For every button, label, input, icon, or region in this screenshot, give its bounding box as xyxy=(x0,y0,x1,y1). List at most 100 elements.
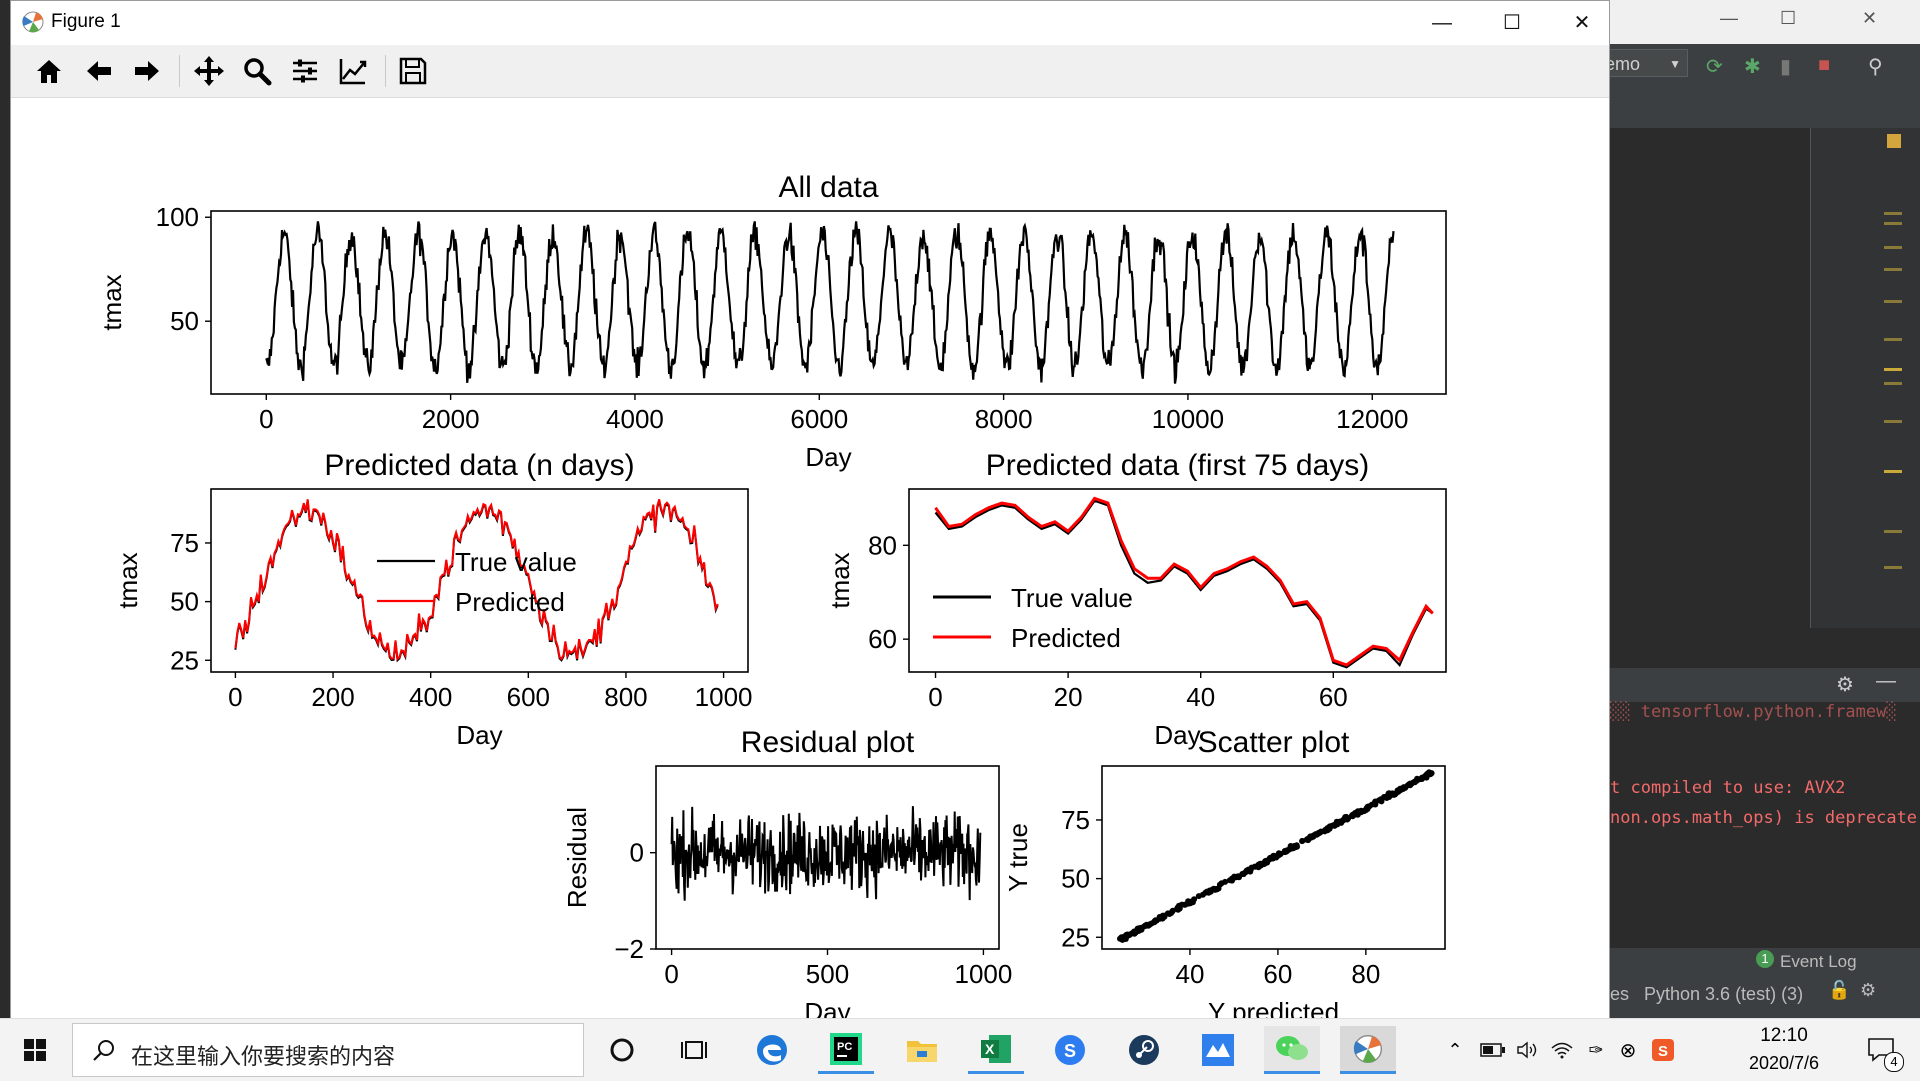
x-tick-label: 2000 xyxy=(422,404,480,434)
inspector-icon[interactable]: ⚙ xyxy=(1860,980,1876,1001)
configure-subplots-button[interactable] xyxy=(285,53,325,89)
taskbar-edge[interactable] xyxy=(744,1026,800,1074)
y-axis-label: Y true xyxy=(1003,823,1033,892)
steam-icon xyxy=(1129,1035,1159,1065)
ide-search-icon[interactable]: ⚲ xyxy=(1868,54,1883,79)
ide-maximize-icon[interactable]: ☐ xyxy=(1780,8,1796,29)
excel-icon: X xyxy=(981,1034,1011,1063)
taskbar-search[interactable]: 在这里输入你要搜索的内容 xyxy=(72,1023,584,1077)
legend-label: True value xyxy=(455,547,577,577)
forward-button[interactable] xyxy=(127,53,167,89)
tray-network[interactable] xyxy=(1546,1026,1578,1074)
stop-icon[interactable]: ■ xyxy=(1818,54,1830,77)
ide-editor[interactable] xyxy=(1610,128,1810,628)
scatter-point xyxy=(1423,771,1430,778)
sogou-ime-icon: S xyxy=(1652,1039,1674,1061)
tray-battery[interactable] xyxy=(1476,1026,1510,1074)
matplotlib-app-icon xyxy=(22,11,44,33)
taskbar-excel[interactable]: X xyxy=(968,1026,1024,1074)
task-view-button[interactable] xyxy=(666,1026,722,1074)
edit-axis-button[interactable] xyxy=(333,53,373,89)
back-button[interactable] xyxy=(79,53,119,89)
home-button[interactable] xyxy=(29,53,69,89)
save-icon xyxy=(399,57,427,85)
zoom-button[interactable] xyxy=(237,53,277,89)
close-button[interactable]: ✕ xyxy=(1547,1,1617,45)
plot-area xyxy=(234,499,719,663)
stripe-mark xyxy=(1884,530,1902,533)
x-axis-label: Y predicted xyxy=(1208,997,1339,1018)
taskbar-wechat[interactable] xyxy=(1264,1026,1320,1074)
x-tick-label: 60 xyxy=(1263,959,1292,989)
scatter-point xyxy=(1169,907,1176,914)
action-center-button[interactable]: 4 xyxy=(1856,1026,1908,1074)
scatter-point xyxy=(1321,828,1328,835)
tray-pen[interactable]: ✑ xyxy=(1580,1026,1612,1074)
maximize-button[interactable]: ☐ xyxy=(1477,1,1547,45)
cortana-button[interactable] xyxy=(594,1026,650,1074)
series-line-predicted xyxy=(234,499,719,662)
x-axis-label: Day xyxy=(1154,720,1200,750)
taskbar-baidu-netdisk[interactable] xyxy=(1190,1026,1246,1074)
window-title: Figure 1 xyxy=(51,11,121,32)
y-tick-label: 25 xyxy=(170,645,199,675)
stripe-mark xyxy=(1884,268,1902,271)
tray-app[interactable]: ⊗ xyxy=(1612,1026,1644,1074)
tray-volume[interactable] xyxy=(1512,1026,1544,1074)
figure-plots[interactable]: 0 2000 4000 6000 8000 10000 1200050100All data… xyxy=(11,98,1609,1027)
scatter-point xyxy=(1402,784,1409,791)
y-axis-label: Residual xyxy=(562,807,592,908)
subplot-title: Residual plot xyxy=(741,726,915,759)
zoom-icon xyxy=(244,58,272,86)
matplotlib-figure-icon xyxy=(1353,1034,1382,1063)
run-configuration-select[interactable]: emo ▼ xyxy=(1598,49,1688,77)
pan-button[interactable] xyxy=(189,53,229,89)
taskbar-sogou[interactable]: S xyxy=(1042,1026,1098,1074)
hide-panel-icon[interactable]: — xyxy=(1876,670,1896,693)
x-tick-label: 800 xyxy=(604,682,647,712)
tray-overflow-button[interactable]: ⌃ xyxy=(1440,1026,1470,1074)
scatter-point xyxy=(1299,837,1306,844)
x-tick-label: 80 xyxy=(1351,959,1380,989)
save-button[interactable] xyxy=(393,53,433,89)
clock-date[interactable]: 2020/7/6 xyxy=(1726,1053,1842,1074)
scatter-point xyxy=(1146,921,1153,928)
figure-title-bar[interactable]: Figure 1 — ☐ ✕ xyxy=(11,1,1609,45)
interpreter-label[interactable]: Python 3.6 (test) (3) xyxy=(1644,984,1803,1005)
x-tick-label: 0 xyxy=(664,959,678,989)
lock-icon[interactable]: 🔓 xyxy=(1828,980,1850,1001)
stripe-mark xyxy=(1884,246,1902,249)
taskbar-pycharm[interactable]: PC xyxy=(818,1026,874,1074)
x-axis-label: Day xyxy=(804,997,850,1018)
battery-icon xyxy=(1480,1043,1505,1057)
rerun-icon[interactable]: ⟳ xyxy=(1706,54,1723,79)
ide-close-icon[interactable]: ✕ xyxy=(1862,8,1877,29)
configure-subplots-icon xyxy=(293,59,317,83)
scatter-point xyxy=(1281,849,1288,855)
svg-text:PC: PC xyxy=(837,1041,852,1053)
clock-time[interactable]: 12:10 xyxy=(1734,1025,1834,1047)
gear-icon[interactable]: ⚙ xyxy=(1836,672,1854,697)
taskbar-file-explorer[interactable] xyxy=(894,1026,950,1074)
ide-title-bar: — ☐ ✕ xyxy=(1610,0,1920,44)
plot-area xyxy=(1117,769,1435,943)
search-input[interactable]: 在这里输入你要搜索的内容 xyxy=(131,1039,395,1071)
taskbar-steam[interactable] xyxy=(1116,1026,1172,1074)
ide-minimize-icon[interactable]: — xyxy=(1720,8,1738,29)
figure-canvas[interactable]: 0 2000 4000 6000 8000 10000 12000 50 100 All data… xyxy=(11,98,1609,1027)
taskbar-matplotlib-figure[interactable] xyxy=(1340,1026,1396,1074)
scatter-point xyxy=(1417,776,1424,783)
coverage-icon[interactable]: ▮ xyxy=(1780,54,1791,79)
scatter-point xyxy=(1407,781,1414,788)
x-tick-label: 12000 xyxy=(1336,404,1408,434)
start-button[interactable] xyxy=(0,1019,70,1081)
event-log-link[interactable]: Event Log xyxy=(1780,952,1857,972)
pen-icon: ✑ xyxy=(1588,1039,1604,1060)
scatter-point xyxy=(1123,931,1130,938)
ide-status-bar: 1 Event Log es Python 3.6 (test) (3) 🔓 ⚙ xyxy=(1610,948,1920,1018)
subplot-5: 40 60 80 25 50 75 Scatter plot Y predicted Y tru… xyxy=(1003,726,1446,1027)
scatter-point xyxy=(1195,893,1202,900)
tray-sogou-ime[interactable]: S xyxy=(1646,1026,1680,1074)
debug-icon[interactable]: ✱ xyxy=(1744,54,1761,79)
minimize-button[interactable]: — xyxy=(1407,1,1477,45)
